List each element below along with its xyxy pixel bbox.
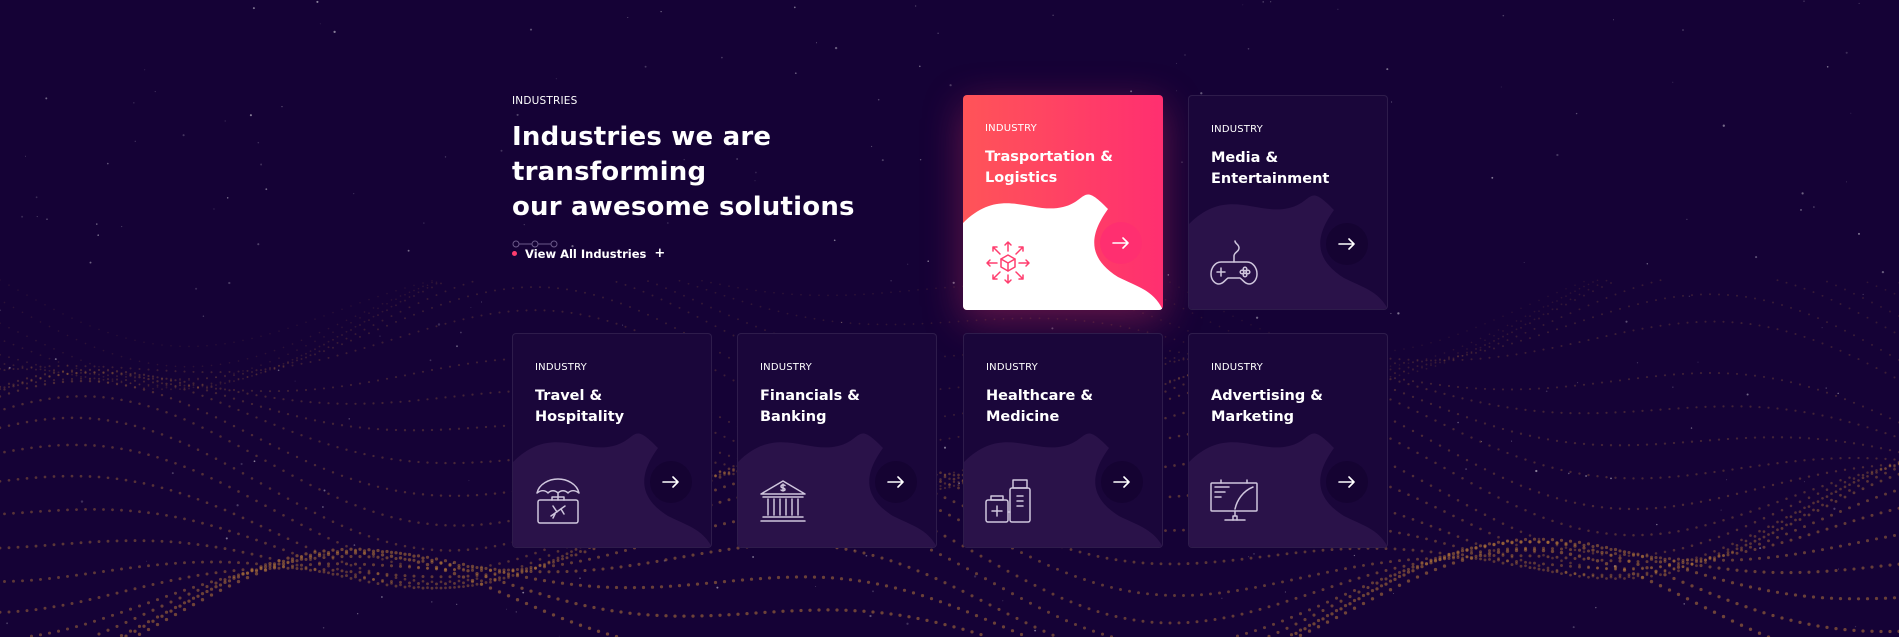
card-title-line-1: Advertising &: [1211, 388, 1323, 404]
card-title-line-1: Financials &: [760, 388, 860, 404]
card-eyebrow: INDUSTRY: [985, 123, 1037, 134]
suitcase-umbrella-icon: [536, 478, 580, 524]
card-eyebrow: INDUSTRY: [1211, 362, 1263, 373]
card-title-line-2: Marketing: [1211, 409, 1295, 425]
bank-icon: [760, 480, 806, 522]
view-all-industries-label: View All Industries: [525, 246, 647, 261]
card-arrow-button[interactable]: [1101, 461, 1143, 503]
view-all-industries-link[interactable]: View All Industries +: [512, 246, 665, 261]
card-title-line-1: Trasportation &: [985, 149, 1113, 165]
industry-card-healthcare-medicine[interactable]: INDUSTRY Healthcare & Medicine: [963, 333, 1163, 548]
card-eyebrow: INDUSTRY: [1211, 124, 1263, 135]
industry-card-advertising-marketing[interactable]: INDUSTRY Advertising & Marketing: [1188, 333, 1388, 548]
card-title: Travel & Hospitality: [535, 386, 700, 428]
card-title-line-2: Banking: [760, 409, 827, 425]
industry-card-transportation-logistics[interactable]: INDUSTRY Trasportation & Logistics: [963, 95, 1163, 310]
card-title-line-2: Hospitality: [535, 409, 625, 425]
star-field: [0, 0, 1885, 637]
billboard-icon: [1210, 479, 1258, 521]
card-arrow-button[interactable]: [875, 461, 917, 503]
card-title-line-1: Travel &: [535, 388, 603, 404]
section-eyebrow: INDUSTRIES: [512, 95, 578, 107]
card-title: Financials & Banking: [760, 386, 925, 428]
industry-card-financials-banking[interactable]: INDUSTRY Financials & Banking: [737, 333, 937, 548]
gamepad-icon: [1210, 240, 1258, 285]
arrow-right-icon: [887, 476, 904, 488]
section-headline: Industries we are transforming our aweso…: [512, 120, 932, 225]
arrow-right-icon: [1338, 238, 1355, 250]
card-eyebrow: INDUSTRY: [760, 362, 812, 373]
card-eyebrow: INDUSTRY: [986, 362, 1038, 373]
bullet-dot-icon: [512, 251, 517, 256]
industry-card-travel-hospitality[interactable]: INDUSTRY Travel & Hospitality: [512, 333, 712, 548]
dot-wave: [0, 279, 1899, 637]
medicine-bottles-icon: [985, 479, 1031, 523]
card-arrow-button[interactable]: [1326, 461, 1368, 503]
card-title-line-2: Entertainment: [1211, 171, 1330, 187]
logistics-box-icon: [986, 241, 1030, 284]
card-title-line-1: Media &: [1211, 150, 1279, 166]
card-title-line-2: Medicine: [986, 409, 1060, 425]
arrow-right-icon: [1338, 476, 1355, 488]
background-particle-wave: [0, 0, 1899, 637]
card-title-line-2: Logistics: [985, 170, 1058, 186]
intro-block: INDUSTRIES Industries we are transformin…: [512, 95, 932, 249]
arrow-right-icon: [662, 476, 679, 488]
card-title-line-1: Healthcare &: [986, 388, 1094, 404]
arrow-right-icon: [1112, 237, 1129, 249]
card-arrow-button[interactable]: [1326, 223, 1368, 265]
card-title: Healthcare & Medicine: [986, 386, 1151, 428]
industry-card-media-entertainment[interactable]: INDUSTRY Media & Entertainment: [1188, 95, 1388, 310]
arrow-right-icon: [1113, 476, 1130, 488]
card-eyebrow: INDUSTRY: [535, 362, 587, 373]
card-title: Advertising & Marketing: [1211, 386, 1376, 428]
headline-line-2: our awesome solutions: [512, 192, 855, 222]
card-arrow-button[interactable]: [1100, 222, 1142, 264]
card-title: Trasportation & Logistics: [985, 147, 1150, 189]
card-arrow-button[interactable]: [650, 461, 692, 503]
plus-icon: +: [654, 246, 666, 261]
headline-line-1: Industries we are transforming: [512, 122, 772, 187]
card-title: Media & Entertainment: [1211, 148, 1376, 190]
